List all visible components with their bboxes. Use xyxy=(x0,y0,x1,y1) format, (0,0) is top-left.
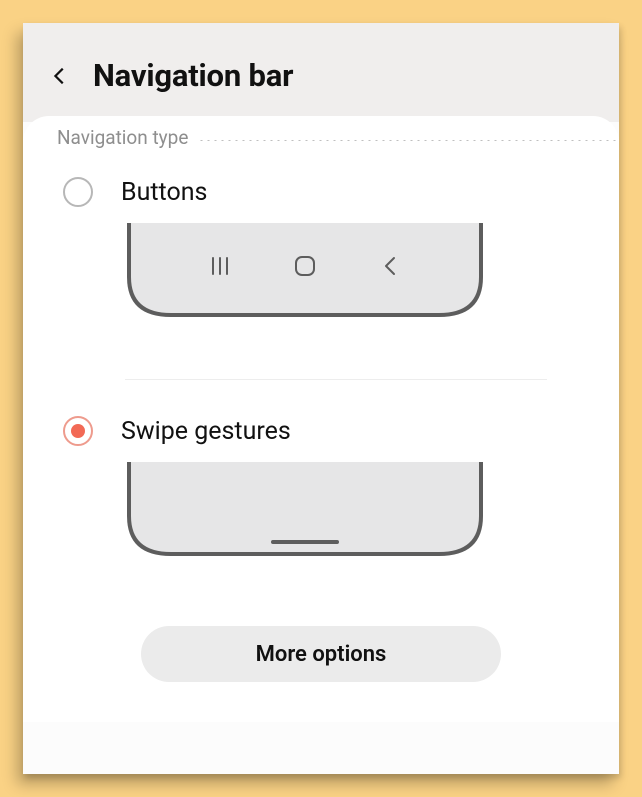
option-label: Swipe gestures xyxy=(121,417,291,446)
radio-buttons[interactable] xyxy=(63,177,93,207)
radio-swipe-gestures[interactable] xyxy=(63,416,93,446)
back-button[interactable] xyxy=(45,61,75,91)
phone-bottom-outline-icon xyxy=(125,462,485,560)
preview-buttons xyxy=(125,223,485,321)
back-icon xyxy=(375,251,405,281)
settings-panel: Navigation type Buttons xyxy=(23,116,619,722)
more-options-button[interactable]: More options xyxy=(141,626,501,682)
option-label: Buttons xyxy=(121,178,207,207)
section-divider-dots xyxy=(198,140,619,141)
header: Navigation bar xyxy=(23,23,619,122)
option-row: Buttons xyxy=(63,177,547,207)
nav-type-option-swipe[interactable]: Swipe gestures xyxy=(23,392,619,570)
more-options-label: More options xyxy=(256,642,387,667)
recents-icon xyxy=(205,251,235,281)
section-header: Navigation type xyxy=(23,116,619,153)
option-row: Swipe gestures xyxy=(63,416,547,446)
chevron-left-icon xyxy=(49,65,71,87)
home-icon xyxy=(290,251,320,281)
page-title: Navigation bar xyxy=(93,57,293,94)
preview-swipe xyxy=(125,462,485,560)
section-title: Navigation type xyxy=(57,126,188,149)
nav-type-option-buttons[interactable]: Buttons xyxy=(23,153,619,331)
gesture-pill-icon xyxy=(271,540,339,544)
android-nav-buttons xyxy=(125,223,485,321)
option-divider xyxy=(125,379,547,380)
settings-card: Navigation bar Navigation type Buttons xyxy=(23,23,619,774)
